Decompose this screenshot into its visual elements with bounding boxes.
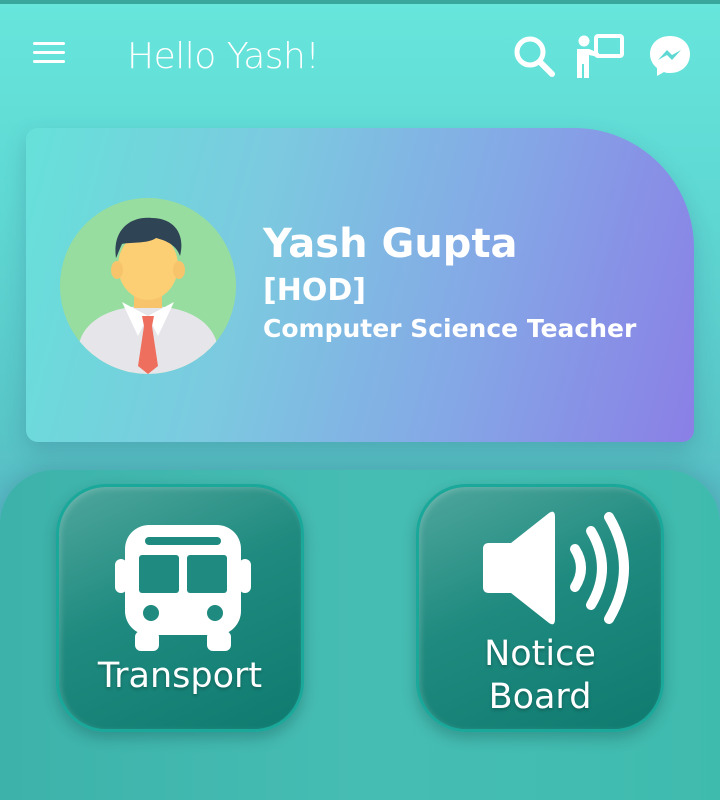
- notice-board-label: Notice Board: [484, 634, 596, 717]
- app-header: Hello Yash!: [0, 4, 720, 104]
- search-icon[interactable]: [510, 32, 558, 80]
- messenger-icon[interactable]: [646, 32, 694, 80]
- notice-board-tile[interactable]: Notice Board: [416, 484, 664, 732]
- dashboard-panel: Transport Notice Board: [0, 470, 720, 800]
- profile-card[interactable]: Yash Gupta [HOD] Computer Science Teache…: [26, 128, 694, 442]
- profile-info: Yash Gupta [HOD] Computer Science Teache…: [263, 220, 636, 346]
- greeting-text: Hello Yash!: [127, 36, 320, 77]
- transport-label: Transport: [97, 656, 263, 696]
- avatar: [60, 198, 236, 374]
- transport-tile[interactable]: Transport: [56, 484, 304, 732]
- speaker-icon: [477, 509, 637, 632]
- profile-department: Computer Science Teacher: [263, 314, 637, 343]
- profile-name: Yash Gupta: [263, 221, 518, 267]
- menu-icon[interactable]: [33, 42, 65, 68]
- profile-role: [HOD]: [263, 273, 366, 308]
- teacher-board-icon[interactable]: [572, 32, 624, 80]
- bus-icon: [115, 523, 251, 658]
